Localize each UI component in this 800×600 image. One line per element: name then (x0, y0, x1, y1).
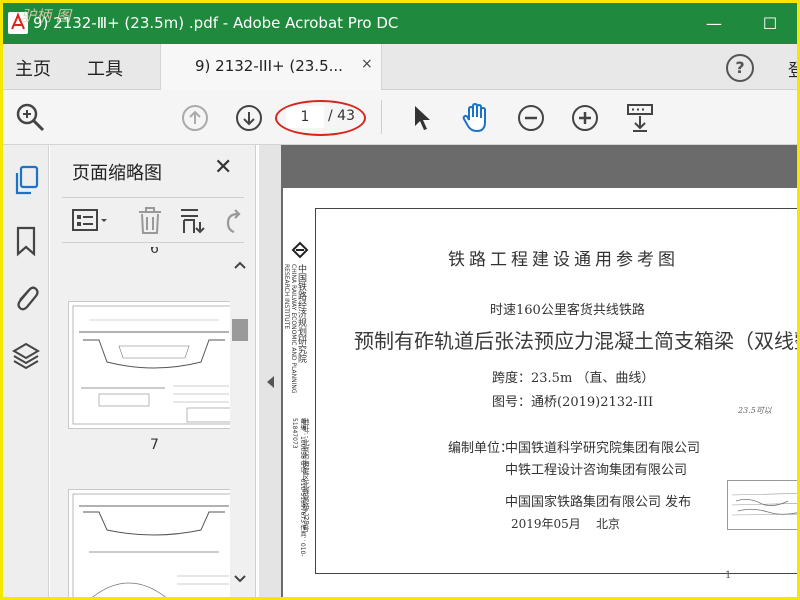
navigation-rail (3, 145, 49, 597)
hand-tool-icon[interactable] (461, 102, 491, 138)
toolbar: 1 / 43 (3, 90, 797, 145)
scroll-down-icon[interactable] (234, 575, 246, 583)
approval-stamp (727, 480, 797, 530)
collapse-panel-tab[interactable] (259, 145, 281, 597)
next-page-icon[interactable] (235, 104, 263, 136)
document-title: 预制有砟轨道后张法预应力混凝土简支箱梁（双线整孔） (354, 329, 797, 353)
home-tab[interactable]: 主页 (15, 55, 51, 81)
thumbnail-options-icon[interactable] (72, 208, 112, 238)
organization-name-english: CHINA RAILWAY ECONOMIC AND PLANNING RESE… (283, 264, 297, 394)
page-thumbnails-icon[interactable] (12, 165, 40, 201)
page-number-footer: 1 (725, 570, 732, 581)
zoom-in-icon[interactable] (571, 104, 599, 136)
collapse-arrow-icon (267, 376, 274, 388)
minimize-button[interactable]: — (701, 11, 727, 37)
zoom-out-icon[interactable] (517, 104, 545, 136)
scroll-up-icon[interactable] (234, 261, 246, 269)
bookmarks-icon[interactable] (12, 225, 40, 261)
thumbnail-page-8[interactable] (68, 489, 230, 597)
editor-label: 编制单位： (448, 441, 514, 456)
tools-tab[interactable]: 工具 (87, 55, 123, 81)
handwritten-note: 23.5可以 (738, 406, 772, 415)
document-span: 跨度：23.5m （直、曲线） (492, 371, 655, 386)
editor-unit-1: 中国铁道科学研究院集团有限公司 (505, 441, 701, 456)
organization-contact: 邮编：100038 电话：010-51897673 传真：010-5184707… (291, 418, 306, 557)
document-publisher: 中国国家铁路集团有限公司 发布 (505, 495, 692, 510)
page-thumbnails-panel: 页面缩略图 ✕ 6 7 (50, 145, 256, 597)
document-tab-close-icon[interactable]: × (361, 56, 373, 72)
rotate-page-icon[interactable] (220, 206, 244, 240)
document-place: 北京 (596, 517, 621, 531)
select-cursor-icon[interactable] (411, 104, 433, 136)
document-subtitle: 时速160公里客货共线铁路 (490, 303, 645, 318)
panel-close-icon[interactable]: ✕ (214, 155, 232, 180)
toolbar-separator (381, 100, 382, 134)
previous-page-icon[interactable] (181, 104, 209, 136)
help-icon[interactable]: ? (726, 54, 754, 82)
railway-logo-icon (290, 240, 310, 264)
document-tab[interactable]: 9) 2132-III+ (23.5... × (160, 44, 382, 90)
document-drawing-number: 图号：通桥(2019)2132-III (492, 395, 654, 410)
pdf-page: 中国铁路经济规划研究院 CHINA RAILWAY ECONOMIC AND P… (283, 188, 797, 597)
attachments-icon[interactable] (12, 281, 40, 317)
thumbnail-page-label: 7 (150, 437, 159, 453)
thumbnail-page-7[interactable] (68, 301, 230, 429)
scroll-mode-icon[interactable] (625, 102, 655, 138)
insert-page-icon[interactable] (178, 206, 206, 240)
sign-in-button[interactable]: 登 (788, 56, 797, 81)
drawing-frame: 铁路工程建设通用参考图 时速160公里客货共线铁路 预制有砟轨道后张法预应力混凝… (315, 208, 797, 574)
screenshot-frame: 驴柄 图 9) 2132-Ⅲ+ (23.5m) .pdf - Adobe Acr… (0, 0, 800, 600)
document-heading: 铁路工程建设通用参考图 (448, 250, 679, 270)
editor-unit-2: 中铁工程设计咨询集团有限公司 (505, 463, 688, 478)
thumbnail-list: 6 7 (50, 247, 230, 597)
document-view[interactable]: 中国铁路经济规划研究院 CHINA RAILWAY ECONOMIC AND P… (281, 145, 797, 597)
panel-toolbar (62, 197, 244, 243)
layers-icon[interactable] (12, 339, 40, 375)
document-date: 2019年05月 (511, 517, 581, 531)
search-icon[interactable] (15, 102, 45, 136)
scrollbar-thumb[interactable] (232, 319, 248, 341)
delete-page-icon[interactable] (136, 206, 164, 240)
document-tab-label: 9) 2132-III+ (23.5... (195, 57, 343, 75)
thumbnail-page-label: 6 (150, 247, 159, 257)
panel-title: 页面缩略图 (72, 163, 162, 184)
window-title: 9) 2132-Ⅲ+ (23.5m) .pdf - Adobe Acrobat … (33, 14, 399, 32)
title-bar: 驴柄 图 9) 2132-Ⅲ+ (23.5m) .pdf - Adobe Acr… (3, 3, 797, 44)
menu-bar: 主页 工具 9) 2132-III+ (23.5... × ? 登 (3, 44, 797, 90)
red-annotation-ellipse (275, 100, 366, 136)
thumbnail-scrollbar[interactable] (231, 257, 249, 597)
maximize-button[interactable]: ☐ (757, 11, 783, 37)
